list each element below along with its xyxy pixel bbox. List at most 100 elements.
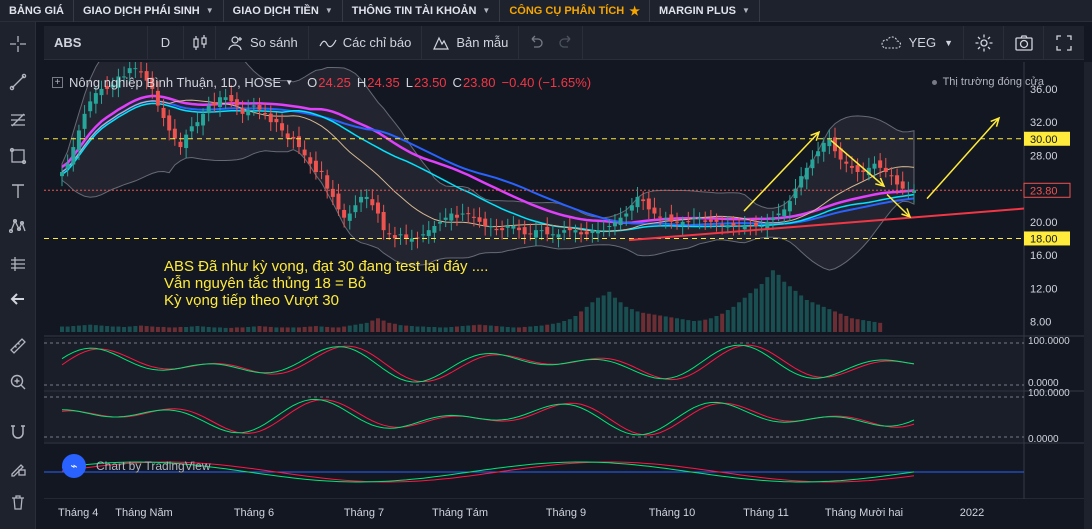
candle-body <box>443 217 448 220</box>
candle-body <box>426 230 431 237</box>
lock-draw-icon[interactable] <box>4 454 32 482</box>
market-status: Thị trường đóng cửa <box>931 76 1044 88</box>
time-tick-label: Tháng Tám <box>432 507 488 519</box>
interval-label: D <box>160 35 171 50</box>
templates-button[interactable]: Bản mẫu <box>422 25 520 60</box>
volume-bar <box>178 326 183 332</box>
volume-bar <box>545 324 550 332</box>
candle-body <box>488 226 493 228</box>
tradingview-watermark[interactable]: ⌁ Chart by TradingView <box>62 454 211 478</box>
rectangle-icon[interactable] <box>4 142 32 170</box>
candle-body <box>663 217 668 219</box>
volume-bar <box>319 326 324 332</box>
candle-body <box>438 221 443 224</box>
redo-button[interactable] <box>551 25 584 60</box>
candle-body <box>872 163 877 169</box>
volume-bar <box>404 325 409 332</box>
nav-item-3[interactable]: THÔNG TIN TÀI KHOẢN ▼ <box>343 0 501 22</box>
candle-body <box>810 159 815 169</box>
nav-item-4[interactable]: CÔNG CỤ PHÂN TÍCH ★ <box>500 0 650 22</box>
volume-bar <box>426 326 431 332</box>
crosshair-icon[interactable] <box>4 30 32 58</box>
back-arrow-icon[interactable] <box>4 285 32 313</box>
candle-body <box>533 230 538 238</box>
snapshot-button[interactable] <box>1004 25 1044 60</box>
chevron-down-icon[interactable]: ▼ <box>285 78 293 87</box>
volume-bar <box>517 327 522 332</box>
volume-bar <box>296 327 301 332</box>
candle-body <box>714 219 719 222</box>
volume-bar <box>562 321 567 332</box>
volume-bar <box>150 326 155 332</box>
cloud-layout-button[interactable]: YEG ▼ <box>869 25 964 60</box>
volume-bar <box>861 320 866 332</box>
volume-bar <box>742 297 747 332</box>
candle-body <box>268 113 273 123</box>
text-icon[interactable] <box>4 177 32 205</box>
chart-area[interactable]: 36.0032.0028.0024.0020.0016.0012.008.003… <box>44 62 1084 529</box>
candle-body <box>195 122 200 127</box>
nav-item-0[interactable]: BẢNG GIÁ <box>0 0 74 22</box>
indicators-button[interactable]: Các chỉ báo <box>309 25 423 60</box>
candle-body <box>172 128 177 139</box>
nav-item-label: THÔNG TIN TÀI KHOẢN <box>351 4 477 17</box>
candle-body <box>93 93 98 104</box>
volume-bar <box>590 302 595 332</box>
candle-body <box>562 230 567 233</box>
nav-item-2[interactable]: GIAO DỊCH TIỀN ▼ <box>224 0 343 22</box>
expand-legend-icon[interactable]: + <box>52 77 63 88</box>
candle-body <box>387 233 392 235</box>
settings-button[interactable] <box>964 25 1004 60</box>
chart-type-button[interactable] <box>184 25 216 60</box>
forecast-icon[interactable] <box>4 250 32 278</box>
candle-body <box>708 219 713 222</box>
fib-icon[interactable] <box>4 106 32 134</box>
trash-icon[interactable] <box>4 488 32 516</box>
volume-bar <box>184 326 189 332</box>
nav-item-1[interactable]: GIAO DỊCH PHÁI SINH ▼ <box>74 0 224 22</box>
zoom-icon[interactable] <box>4 368 32 396</box>
volume-bar <box>370 320 375 332</box>
candle-body <box>550 234 555 236</box>
legend-open-key: O <box>307 75 318 90</box>
nav-item-5[interactable]: MARGIN PLUS ▼ <box>650 0 760 22</box>
volume-bar <box>827 309 832 332</box>
candle-body <box>240 108 245 114</box>
symbol-search-button[interactable]: ABS <box>44 25 148 60</box>
candle-body <box>359 196 364 203</box>
volume-bar <box>528 326 533 332</box>
volume-bar <box>669 317 674 332</box>
undo-button[interactable] <box>519 26 551 60</box>
volume-bar <box>212 327 217 332</box>
candle-body <box>511 226 516 229</box>
candle-body <box>821 142 826 152</box>
chevron-down-icon: ▼ <box>205 6 214 15</box>
magnet-icon[interactable] <box>4 418 32 446</box>
right-scrollbar[interactable] <box>1084 62 1092 529</box>
legend-close-key: C <box>452 75 462 90</box>
legend-high-key: H <box>356 75 367 90</box>
time-tick-label: Tháng Năm <box>115 507 172 519</box>
volume-bar <box>522 326 527 332</box>
chart-annotation[interactable]: ABS Đã như kỳ vọng, đạt 30 đang test lại… <box>164 258 488 309</box>
candle-body <box>302 149 307 156</box>
fullscreen-icon <box>1056 34 1072 51</box>
fullscreen-button[interactable] <box>1044 26 1084 60</box>
volume-bar <box>122 326 127 332</box>
candle-body <box>398 234 403 236</box>
volume-bar <box>93 325 98 332</box>
pattern-icon[interactable] <box>4 212 32 240</box>
interval-button[interactable]: D <box>148 25 184 60</box>
volume-bar <box>629 309 634 332</box>
volume-bar <box>550 323 555 332</box>
compare-button[interactable]: So sánh <box>216 25 309 60</box>
trend-line-icon[interactable] <box>4 68 32 96</box>
volume-bar <box>302 326 307 332</box>
candle-body <box>347 213 352 221</box>
candle-body <box>849 165 854 168</box>
candle-body <box>720 224 725 226</box>
candle-body <box>607 226 612 227</box>
ruler-icon[interactable] <box>4 332 32 360</box>
candle-body <box>313 160 318 172</box>
volume-bar <box>641 312 646 332</box>
